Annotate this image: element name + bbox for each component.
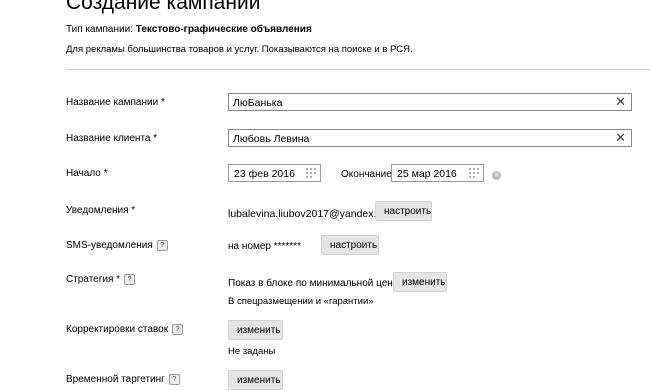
help-icon[interactable]: ? xyxy=(124,274,136,285)
help-icon[interactable]: ? xyxy=(156,240,168,251)
calendar-icon[interactable] xyxy=(469,168,480,178)
bid-adjustments-label-text: Корректировки ставок xyxy=(66,324,169,336)
campaign-name-input[interactable]: ЛюБанька ✕ xyxy=(228,93,632,111)
time-targeting-label-text: Временной таргетинг xyxy=(66,374,165,386)
sms-settings-button[interactable]: настроить xyxy=(321,235,379,255)
help-icon[interactable]: ? xyxy=(172,324,184,335)
help-icon[interactable]: ? xyxy=(168,374,180,385)
page-title: Создание кампании xyxy=(66,0,261,14)
client-name-label: Название клиента * xyxy=(66,133,158,144)
client-name-input[interactable]: Любовь Левина ✕ xyxy=(228,129,632,147)
notifications-label: Уведомления * xyxy=(66,205,136,216)
end-date-input[interactable]: 25 мар 2016 xyxy=(391,164,484,182)
campaign-name-label: Название кампании * xyxy=(66,97,165,108)
bid-adjustments-change-button[interactable]: изменить xyxy=(228,320,283,340)
campaign-type: Тип кампании: Текстово-графические объяв… xyxy=(66,24,312,35)
campaign-name-value: ЛюБанька xyxy=(233,97,283,109)
client-name-value: Любовь Левина xyxy=(233,133,310,145)
calendar-icon[interactable] xyxy=(306,168,317,178)
time-targeting-label: Временной таргетинг? xyxy=(66,374,180,385)
bid-adjustments-label: Корректировки ставок? xyxy=(66,324,184,336)
strategy-note: В спецразмещении и «гарантии» xyxy=(228,296,374,307)
notifications-email: lubalevina.liubov2017@yandex.ru xyxy=(228,208,386,220)
clear-end-date-icon[interactable]: ✕ xyxy=(492,171,501,180)
sms-value: на номер ******* xyxy=(228,241,301,252)
strategy-change-button[interactable]: изменить xyxy=(393,272,447,292)
notifications-settings-button[interactable]: настроить xyxy=(375,201,432,221)
campaign-type-value: Текстово-графические объявления xyxy=(135,24,312,35)
campaign-type-description: Для рекламы большинства товаров и услуг.… xyxy=(66,44,413,55)
start-date-value: 23 фев 2016 xyxy=(234,168,295,180)
sms-label: SMS-уведомления? xyxy=(66,240,168,251)
end-date-value: 25 мар 2016 xyxy=(397,168,457,180)
campaign-type-label: Тип кампании: xyxy=(66,24,133,35)
strategy-label-text: Стратегия * xyxy=(66,274,121,286)
strategy-value: Показ в блоке по минимальной цене xyxy=(228,278,399,289)
start-date-input[interactable]: 23 фев 2016 xyxy=(228,164,321,182)
clear-icon[interactable]: ✕ xyxy=(615,131,626,145)
divider xyxy=(66,69,650,70)
end-date-label: Окончание xyxy=(341,169,392,180)
strategy-label: Стратегия *? xyxy=(66,274,136,286)
start-date-label: Начало * xyxy=(66,168,108,179)
clear-icon[interactable]: ✕ xyxy=(615,95,626,109)
time-targeting-change-button[interactable]: изменить xyxy=(228,370,283,390)
bid-adjustments-note: Не заданы xyxy=(228,346,276,357)
sms-label-text: SMS-уведомления xyxy=(66,240,153,252)
